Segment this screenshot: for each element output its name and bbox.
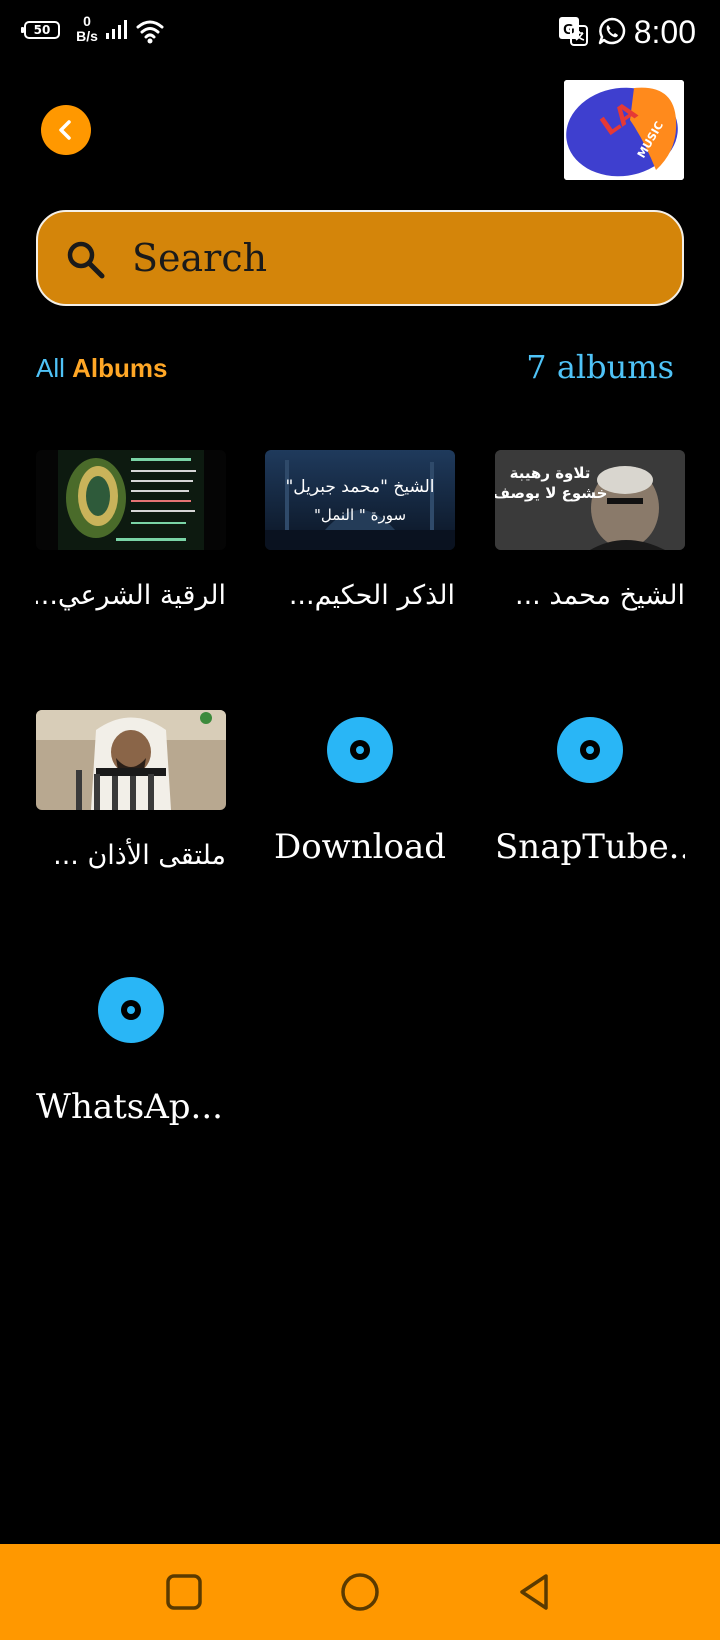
album-thumbnail [36,710,226,810]
album-thumbnail: تلاوة رهيبة خشوع لا يوصف [495,450,685,550]
home-button[interactable] [336,1568,384,1616]
all-label: All [36,353,65,383]
signal-icon [106,20,127,39]
album-title: الشيخ محمد ... [515,580,685,611]
chevron-left-icon [59,120,71,140]
translate-icon: G [559,17,588,46]
all-albums-heading: All Albums [36,350,167,386]
album-title: ملتقى الأذان ... [53,840,226,871]
album-count: 7 albums [526,348,674,386]
network-speed-unit: B/s [76,28,98,44]
album-card[interactable]: Download [265,710,455,886]
search-bar[interactable] [36,210,684,306]
clock: 8:00 [633,14,696,50]
album-title: WhatsAp... [36,1087,223,1127]
disc-icon [98,977,164,1043]
album-thumbnail: الشيخ "محمد جبريل" سورة " النمل" [265,450,455,550]
album-card[interactable]: ملتقى الأذان ... [36,710,226,886]
album-card[interactable]: الشيخ "محمد جبريل" سورة " النمل" الذكر ا… [265,450,455,626]
svg-text:G: G [563,21,575,38]
thumbnail-text: سورة " النمل" [314,506,406,524]
whatsapp-icon [598,17,626,45]
album-title: الذكر الحكيم... [288,580,455,611]
battery-level: 50 [33,23,51,37]
albums-label: Albums [72,353,168,383]
album-card[interactable]: SnapTube... [495,710,685,886]
back-button[interactable] [41,105,91,155]
battery-icon: 50 [21,21,60,39]
album-title: Download [273,827,447,867]
back-nav-button[interactable] [512,1568,560,1616]
disc-icon [557,717,623,783]
search-input[interactable] [132,230,652,286]
thumbnail-text: خشوع لا يوصف [495,484,607,502]
network-speed: 0 B/s [72,14,102,44]
album-card[interactable]: تلاوة رهيبة خشوع لا يوصف الشيخ محمد ... [495,450,685,626]
album-title: SnapTube... [495,827,685,867]
album-thumbnail [36,450,226,550]
status-bar: 50 0 B/s G 8:00 [0,0,720,66]
wifi-icon [136,20,164,44]
network-speed-value: 0 [83,13,91,29]
recent-apps-button[interactable] [160,1568,208,1616]
album-card[interactable]: الرقية الشرعي... [36,450,226,626]
thumbnail-text: تلاوة رهيبة [510,464,591,482]
album-card[interactable]: WhatsAp... [36,970,226,1146]
thumbnail-text: الشيخ "محمد جبريل" [285,477,434,497]
navigation-bar [0,1544,720,1640]
disc-icon [327,717,393,783]
app-logo: LA MUSIC [564,80,684,180]
album-title: الرقية الشرعي... [36,580,226,611]
search-icon [67,241,105,279]
